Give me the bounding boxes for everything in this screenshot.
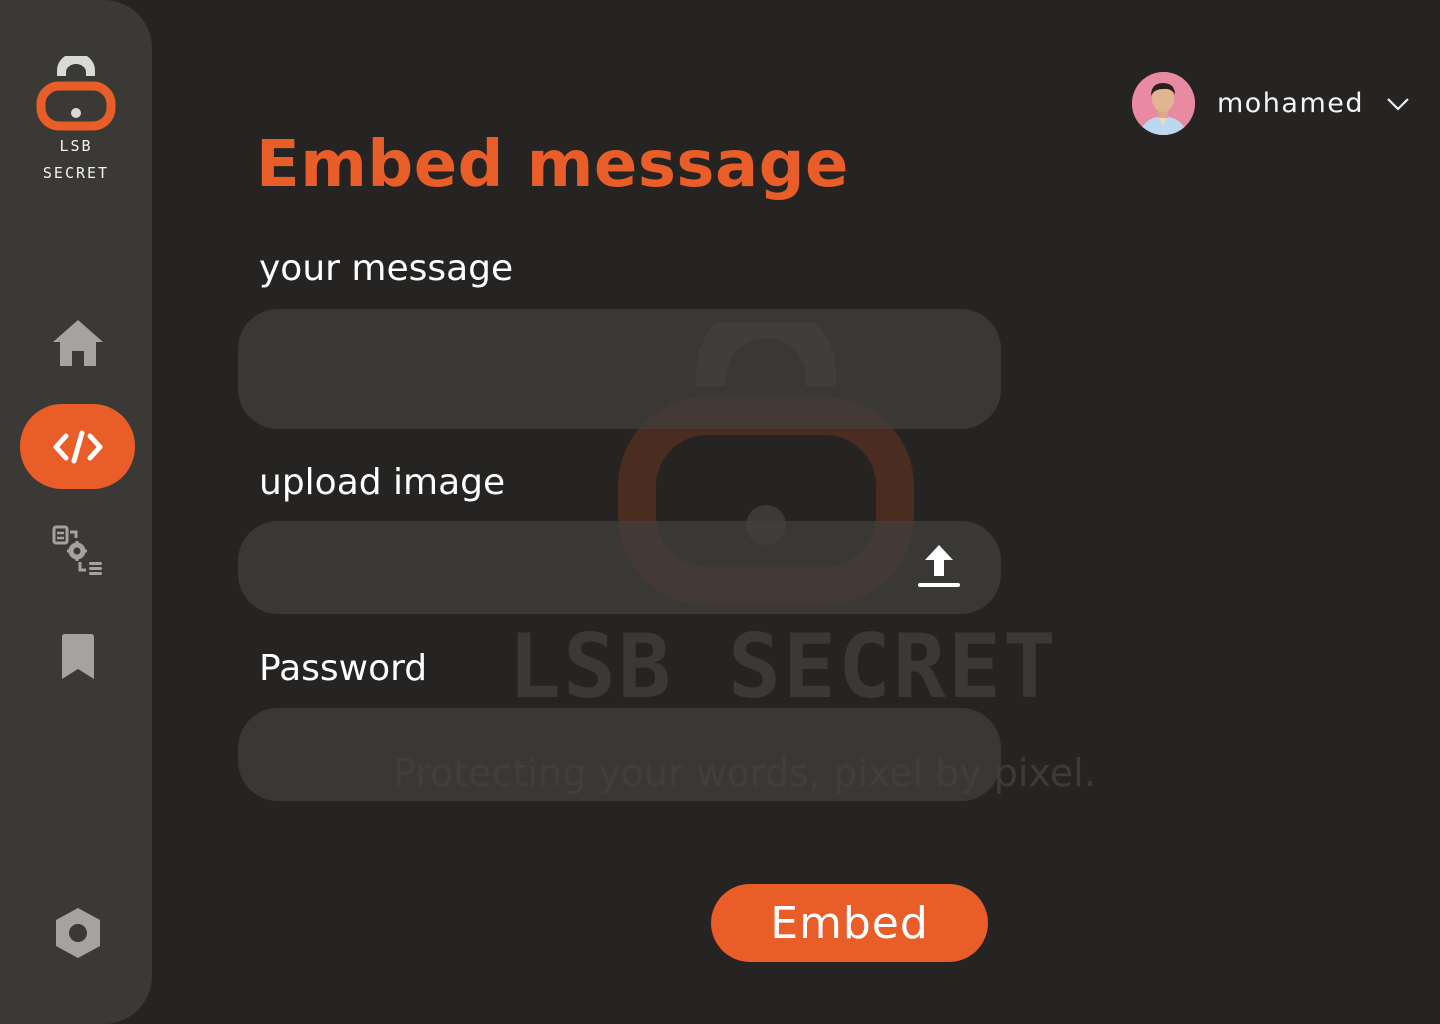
upload-icon[interactable] (917, 543, 961, 589)
sidebar-item-extract[interactable] (20, 508, 135, 593)
bookmark-icon (61, 633, 94, 679)
app-window: LSB SECRET Protecting your words, pixel … (0, 0, 1440, 1024)
embed-button[interactable]: Embed (711, 884, 988, 962)
upload-label: upload image (259, 462, 506, 503)
code-icon (53, 430, 102, 463)
user-menu[interactable]: mohamed (1131, 72, 1410, 135)
padlock-icon (36, 56, 116, 131)
upload-image-field[interactable] (238, 521, 1001, 614)
chevron-down-icon[interactable] (1386, 97, 1410, 111)
password-label: Password (259, 648, 428, 689)
watermark-title: LSB SECRET (508, 615, 1058, 718)
sidebar-item-home[interactable] (20, 300, 135, 385)
message-input[interactable] (238, 309, 1001, 429)
hexagon-settings-icon (55, 907, 100, 958)
sidebar: LSB SECRET (0, 0, 152, 1024)
sidebar-item-settings[interactable] (20, 890, 135, 975)
page-title: Embed message (256, 128, 849, 202)
brand-name-line1: LSB (59, 137, 93, 155)
home-icon (52, 319, 103, 366)
sidebar-item-saved[interactable] (20, 614, 135, 699)
message-label: your message (259, 248, 514, 289)
password-input[interactable] (238, 708, 1001, 801)
data-settings-icon (52, 525, 102, 575)
brand-logo[interactable]: LSB SECRET (26, 56, 126, 186)
user-name: mohamed (1216, 88, 1364, 119)
sidebar-item-embed[interactable] (20, 404, 135, 489)
brand-name-line2: SECRET (42, 164, 110, 182)
user-avatar[interactable] (1131, 72, 1195, 135)
